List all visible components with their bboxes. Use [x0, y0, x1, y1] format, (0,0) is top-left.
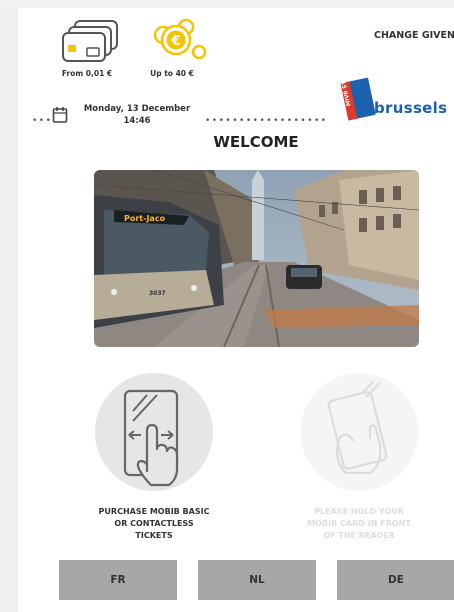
brussels-brand: .brussels [368, 99, 447, 117]
language-button-nl[interactable]: NL [198, 560, 316, 600]
tap-card-icon [123, 389, 179, 487]
hold-card-caption: PLEASE HOLD YOUR MOBIB CARD IN FRONT OF … [284, 506, 434, 542]
hold-card-icon [327, 380, 388, 475]
caption-line: TICKETS [135, 531, 173, 540]
brand-name: .brussels [368, 99, 448, 117]
svg-text:€: € [170, 34, 180, 49]
cards-icon [62, 20, 118, 62]
ticket-machine-screen: From 0,01 € € Up to 40 € CHANGE GIVEN ••… [0, 0, 454, 612]
caption-line: MOBIB CARD IN FRONT [307, 519, 411, 528]
caption-line: PLEASE HOLD YOUR [314, 507, 404, 516]
coins-icon: € [153, 18, 207, 60]
caption-line: OF THE READER [323, 531, 395, 540]
dotted-separator-right: •••••••••••••••••• [205, 116, 328, 126]
screen-left-edge [0, 0, 18, 612]
language-button-de[interactable]: DE [337, 560, 454, 600]
date-text: Monday, 13 December [83, 104, 191, 114]
welcome-title: WELCOME [213, 133, 299, 151]
coin-payment-label: Up to 40 € [150, 69, 194, 78]
date-time: Monday, 13 December 14:46 [72, 103, 202, 127]
svg-text:Port-Jaco: Port-Jaco [124, 214, 166, 223]
dotted-separator-left: ••• [32, 116, 53, 126]
tram-street-photo: Port-Jaco 3037 [94, 170, 419, 347]
purchase-ticket-option[interactable] [95, 373, 213, 491]
calendar-icon [52, 107, 68, 123]
purchase-ticket-caption[interactable]: PURCHASE MOBIB BASIC OR CONTACTLESS TICK… [79, 506, 229, 542]
caption-line: PURCHASE MOBIB BASIC [98, 507, 210, 516]
hold-mobib-card-option [300, 373, 418, 491]
svg-text:3037: 3037 [149, 290, 166, 297]
time-text: 14:46 [123, 116, 151, 126]
change-given-label: CHANGE GIVEN [374, 30, 454, 41]
coin-payment-info: € Up to 40 € [127, 18, 217, 78]
card-payment-info: From 0,01 € [42, 18, 132, 78]
card-payment-label: From 0,01 € [61, 69, 113, 78]
screen-top-edge [0, 0, 454, 8]
language-button-fr[interactable]: FR [59, 560, 177, 600]
caption-line: OR CONTACTLESS [114, 519, 194, 528]
